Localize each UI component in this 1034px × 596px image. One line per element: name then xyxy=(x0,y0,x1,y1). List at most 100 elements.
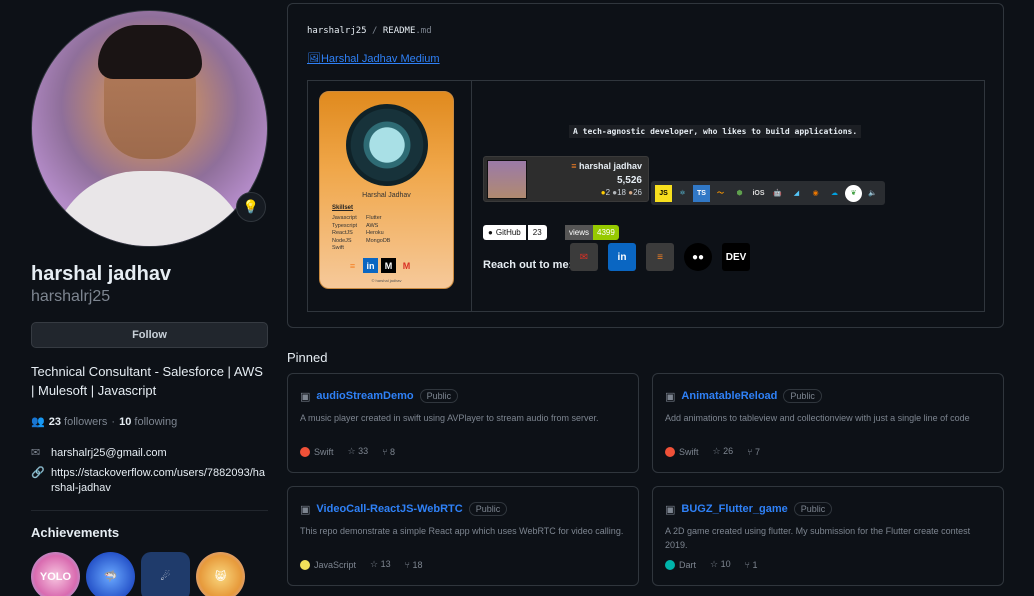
visibility-badge: Public xyxy=(783,389,822,403)
repo-language: Dart xyxy=(665,559,696,570)
medium-link[interactable]: 🖼Harshal Jadhav Medium xyxy=(307,52,440,65)
forks-count: 1 xyxy=(752,559,758,570)
gmail-icon[interactable]: ✉ xyxy=(570,243,598,271)
avatar[interactable] xyxy=(31,10,268,247)
path-slash: / xyxy=(372,26,378,36)
skill-item: Swift xyxy=(332,245,344,251)
visibility-badge: Public xyxy=(419,389,459,403)
profile-views-badge: views 4399 xyxy=(565,225,619,240)
forks-link[interactable]: ⑂ 18 xyxy=(405,560,423,570)
blender-icon: ◉ xyxy=(812,190,819,197)
skill-item: Heroku xyxy=(366,230,384,236)
contact-list: ✉ harshalrj25@gmail.com 🔗 https://stacko… xyxy=(31,446,268,496)
dev-icon[interactable]: DEV xyxy=(722,243,750,271)
stars-link[interactable]: ☆ 33 xyxy=(348,446,369,457)
repo-name-link[interactable]: BUGZ_Flutter_game xyxy=(681,503,787,515)
stackoverflow-icon: ≡ xyxy=(571,161,579,171)
skill-item: NodeJS xyxy=(332,237,352,244)
linkedin-icon[interactable]: in xyxy=(608,243,636,271)
gmail-icon: M xyxy=(402,260,411,271)
stars-count: 10 xyxy=(720,559,731,569)
profile-name: harshal jadhav xyxy=(31,263,172,285)
set-status-button[interactable]: 💡 xyxy=(236,192,266,222)
readme-card: harshalrj25 / README.md 🖼Harshal Jadhav … xyxy=(287,3,1004,328)
tagline: A tech-agnostic developer, who likes to … xyxy=(569,125,862,138)
skill-item: Typescript xyxy=(332,222,358,229)
flair-reputation: 5,526 xyxy=(616,175,642,186)
star-icon: ☆ xyxy=(347,446,359,456)
separator: · xyxy=(111,415,116,428)
website-link[interactable]: https://stackoverflow.com/users/7882093/… xyxy=(51,466,268,496)
star-icon: ☆ xyxy=(710,559,721,569)
medium-icon[interactable]: ●● xyxy=(684,243,712,271)
repo-name-link[interactable]: audioStreamDemo xyxy=(316,390,413,402)
repo-meta: Swift ☆ 33 ⑂ 8 xyxy=(300,446,395,457)
social-links: ✉ in ≡ ●● DEV xyxy=(570,243,750,271)
repo-meta: Swift ☆ 26 ⑂ 7 xyxy=(665,446,760,457)
avatar-shirt xyxy=(50,171,250,246)
react-icon: ⚛ xyxy=(679,190,686,197)
repo-description: A 2D game created using flutter. My subm… xyxy=(665,526,971,550)
stars-link[interactable]: ☆ 13 xyxy=(370,559,391,570)
mongodb-icon: ❦ xyxy=(845,184,862,202)
github-label: GitHub xyxy=(495,228,521,237)
typescript-icon: TS xyxy=(693,184,710,202)
yolo-badge-icon[interactable]: YOLO xyxy=(31,552,80,596)
github-followers-badge[interactable]: ● GitHub 23 xyxy=(483,225,547,240)
github-badge-label: ● GitHub xyxy=(483,225,526,240)
stackoverflow-icon[interactable]: ≡ xyxy=(646,243,674,271)
link-icon: 🔗 xyxy=(31,467,45,479)
flair-medals: ●2 ●18 ●26 xyxy=(601,188,642,197)
javascript-icon: JS xyxy=(655,184,672,202)
achievements-title[interactable]: Achievements xyxy=(31,525,268,540)
gold-count: 2 xyxy=(605,188,611,197)
android-icon: 🤖 xyxy=(773,190,782,197)
card-skillset-label: Skillset xyxy=(332,205,354,211)
repo-description: Add animations to tableview and collecti… xyxy=(665,413,970,423)
followers-label: followers xyxy=(64,415,108,428)
mail-icon: ✉ xyxy=(31,447,41,459)
profile-sidebar: 💡 harshal jadhav harshalrj25 Follow Tech… xyxy=(31,0,268,596)
follow-button[interactable]: Follow xyxy=(31,322,268,348)
language-color-dot xyxy=(300,446,310,457)
forks-link[interactable]: ⑂ 8 xyxy=(382,447,395,457)
github-icon: ● xyxy=(488,228,493,237)
language-name: JavaScript xyxy=(314,559,357,570)
language-color-dot xyxy=(300,559,310,570)
repo-name-link[interactable]: VideoCall-ReactJS-WebRTC xyxy=(316,503,462,515)
repo-icon: ▣ xyxy=(300,503,311,516)
stackoverflow-flair[interactable]: ≡ harshal jadhav 5,526 ●2 ●18 ●26 xyxy=(483,156,649,202)
skill-item: Flutter xyxy=(366,215,382,221)
pair-extraordinaire-badge-icon[interactable]: 😸 xyxy=(196,552,245,596)
flair-avatar xyxy=(487,160,527,199)
repo-name-link[interactable]: AnimatableReload xyxy=(681,390,777,402)
repo-meta: JavaScript ☆ 13 ⑂ 18 xyxy=(300,559,423,570)
fork-icon: ⑂ xyxy=(747,446,756,457)
followers-link[interactable]: 23 followers xyxy=(49,416,108,428)
visibility-badge: Public xyxy=(468,502,508,516)
pinned-repo-card: ▣ BUGZ_Flutter_game Public A 2D game cre… xyxy=(652,486,1004,586)
forks-link[interactable]: ⑂ 1 xyxy=(745,560,758,570)
readme-path: harshalrj25 / README.md xyxy=(307,26,432,36)
audio-icon: 🔈 xyxy=(868,190,877,197)
profile-login: harshalrj25 xyxy=(31,288,111,305)
language-color-dot xyxy=(665,446,675,457)
starstruck-badge-icon[interactable]: ☄ xyxy=(141,552,190,596)
forks-link[interactable]: ⑂ 7 xyxy=(747,447,760,457)
card-skills: Javascript Flutter Typescript AWS ReactJ… xyxy=(332,215,406,253)
repo-description: A music player created in swift using AV… xyxy=(300,413,599,423)
stars-link[interactable]: ☆ 26 xyxy=(713,446,734,457)
repo-icon: ▣ xyxy=(300,390,311,403)
following-link[interactable]: 10 following xyxy=(119,416,177,428)
profile-bio: Technical Consultant - Salesforce | AWS … xyxy=(31,364,263,398)
stars-link[interactable]: ☆ 10 xyxy=(710,559,731,570)
readme-table-left-cell: Harshal Jadhav Skillset Javascript Flutt… xyxy=(308,81,472,311)
people-icon: 👥 xyxy=(31,416,45,428)
following-label: following xyxy=(134,415,178,428)
github-badge-count: 23 xyxy=(527,225,547,240)
email-link[interactable]: harshalrj25@gmail.com xyxy=(51,446,167,461)
readme-owner-link[interactable]: harshalrj25 xyxy=(307,26,367,36)
pull-shark-badge-icon[interactable]: 🦈 xyxy=(86,552,135,596)
divider xyxy=(31,510,268,511)
repo-description: This repo demonstrate a simple React app… xyxy=(300,526,624,536)
